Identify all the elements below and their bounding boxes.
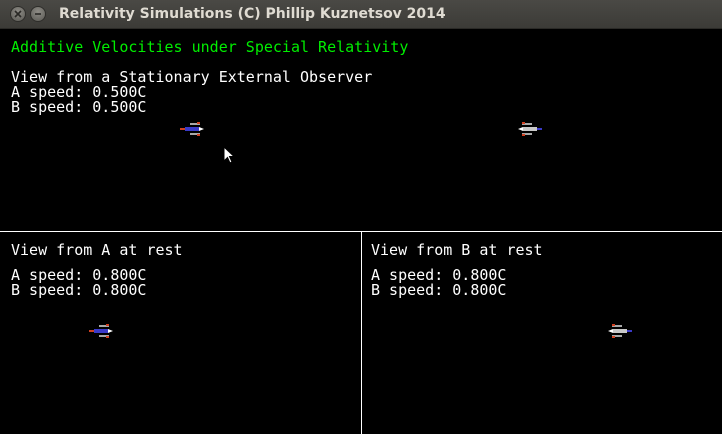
simulation-canvas: Additive Velocities under Special Relati…	[0, 29, 722, 434]
a-rest-view-title: View from A at rest	[11, 241, 183, 259]
page-heading: Additive Velocities under Special Relati…	[11, 38, 409, 56]
window-title: Relativity Simulations (C) Phillip Kuzne…	[59, 6, 446, 22]
minimize-icon	[35, 13, 41, 15]
external-b-speed: B speed: 0.500C	[11, 98, 147, 116]
minimize-button[interactable]	[30, 6, 46, 22]
a-rest-b-speed: B speed: 0.800C	[11, 281, 147, 299]
spaceship-b-rest-icon	[608, 324, 632, 338]
b-rest-b-speed: B speed: 0.800C	[371, 281, 507, 299]
close-icon	[14, 10, 22, 18]
vertical-divider	[361, 232, 362, 434]
spaceship-b-icon	[518, 122, 542, 136]
spaceship-a-icon	[180, 122, 204, 136]
mouse-pointer-icon	[223, 146, 235, 164]
close-button[interactable]	[10, 6, 26, 22]
spaceship-a-rest-icon	[89, 324, 113, 338]
window-titlebar[interactable]: Relativity Simulations (C) Phillip Kuzne…	[0, 0, 722, 29]
b-rest-view-title: View from B at rest	[371, 241, 543, 259]
